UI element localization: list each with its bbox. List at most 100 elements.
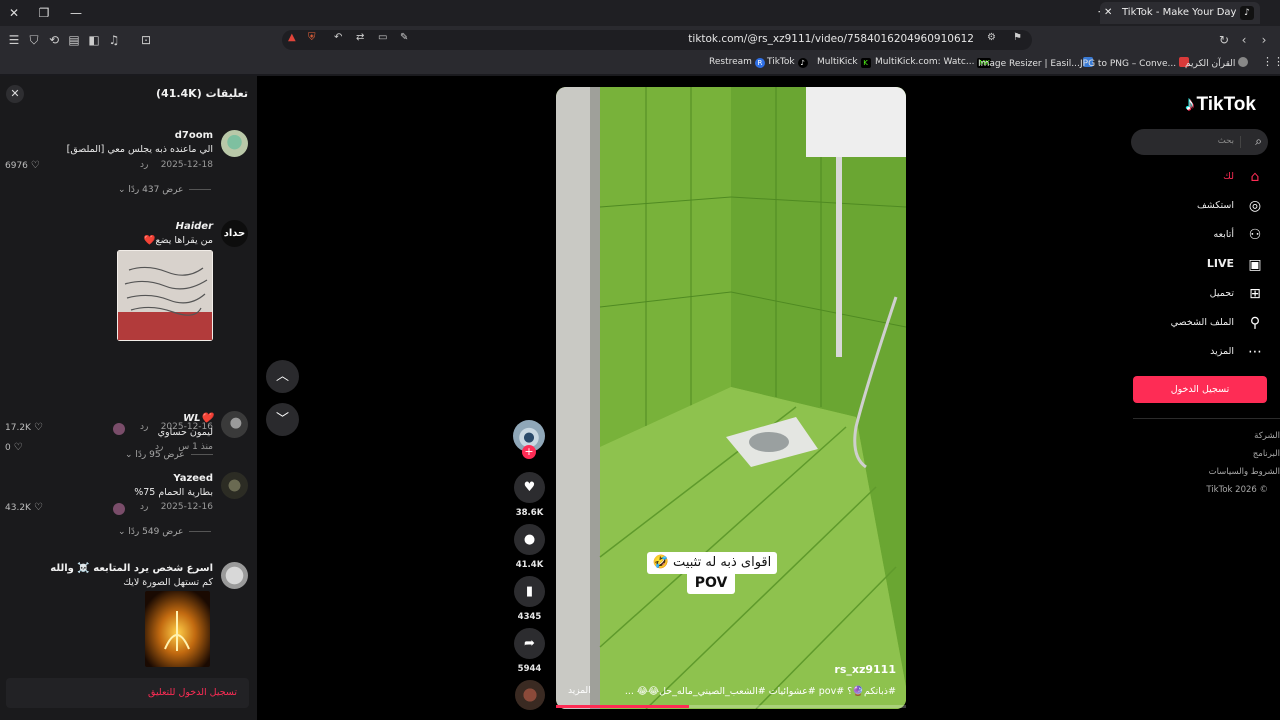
like-button[interactable]: ♥ xyxy=(514,472,545,503)
comment-username[interactable]: ❤️WL xyxy=(183,413,213,424)
comment-likes[interactable]: 17.2K ♡ xyxy=(5,422,43,433)
reply-button[interactable]: رد xyxy=(155,442,163,452)
address-bar[interactable]: ▲ ⛨ ↶ ⇄ ▭ ✎ tiktok.com/@rs_xz9111/video/… xyxy=(282,30,1032,50)
creator-liked-avatar xyxy=(113,503,125,515)
avatar[interactable]: حداد xyxy=(221,220,248,247)
view-replies-button[interactable]: عرض 549 ردًا ⌄ xyxy=(118,527,212,537)
video-frame xyxy=(556,87,906,709)
comment-image[interactable] xyxy=(117,250,213,341)
music-disc-icon[interactable] xyxy=(515,680,545,710)
avatar[interactable] xyxy=(221,130,248,157)
site-settings-icon[interactable]: ⚙ xyxy=(987,32,996,43)
nav-more[interactable]: المزيد ⋯ xyxy=(1134,342,1264,362)
bookmark-restream[interactable]: Restream R xyxy=(709,57,765,68)
bookmark-quran[interactable]: القرآن الكريم xyxy=(1185,57,1249,69)
footer-company-link[interactable]: الشركة xyxy=(1254,431,1280,441)
nav-explore[interactable]: استكشف ◎ xyxy=(1134,196,1264,216)
bookmark-icon[interactable]: ⚑ xyxy=(1013,32,1022,43)
nav-label: أتابعه xyxy=(1213,229,1235,240)
close-comments-icon[interactable]: ✕ xyxy=(6,85,24,103)
comments-panel: ✕ تعليقات (41.4K) d7oom الي ماعنده ذبه ي… xyxy=(0,76,257,720)
brave-shield-icon[interactable]: ⛨ xyxy=(308,32,316,43)
browser-tab[interactable]: ✕ TikTok - Make Your Day ♪ xyxy=(1100,2,1260,24)
avatar[interactable] xyxy=(221,472,248,499)
search-icon[interactable]: ⌕ xyxy=(1255,134,1262,149)
video-player[interactable] xyxy=(556,87,906,709)
footer-terms-link[interactable]: الشروط والسياسات xyxy=(1209,467,1280,477)
chevron-down-icon: ﹀ xyxy=(275,412,289,427)
caption-line-2: POV xyxy=(687,572,735,594)
forward-icon[interactable]: › xyxy=(1256,32,1272,48)
comment-username[interactable]: d7oom xyxy=(175,130,213,141)
comment-username[interactable]: Yazeed xyxy=(173,473,213,484)
creator-liked-avatar xyxy=(113,423,125,435)
nav-upload[interactable]: تحميل ⊞ xyxy=(1134,284,1264,304)
search-input[interactable]: بحث ⌕ xyxy=(1131,129,1268,155)
nav-live[interactable]: LIVE ▣ xyxy=(1134,255,1264,275)
menu-icon[interactable]: ☰ xyxy=(6,32,22,48)
bookmark-tiktok[interactable]: TikTok ♪ xyxy=(767,57,808,68)
video-progress-fill xyxy=(556,705,689,708)
nav-following[interactable]: أتابعه ⚇ xyxy=(1134,225,1264,245)
url-text: tiktok.com/@rs_xz9111/video/758401620496… xyxy=(688,33,974,45)
reply-button[interactable]: رد xyxy=(140,422,148,432)
reply-button[interactable]: رد xyxy=(140,160,148,170)
screenshot-icon[interactable]: ⊡ xyxy=(138,32,154,48)
footer-program-link[interactable]: البرنامج xyxy=(1253,449,1280,459)
view-replies-button[interactable]: عرض 437 ردًا ⌄ xyxy=(118,185,212,195)
music-icon[interactable]: ♫ xyxy=(106,32,122,48)
bookmark-multikick[interactable]: MultiKick K xyxy=(817,57,871,68)
search-divider xyxy=(1240,136,1241,148)
bookmark-image-resizer[interactable]: Image Resizer | Easil... xyxy=(978,57,1093,69)
close-window-icon[interactable]: ✕ xyxy=(6,5,22,21)
reply-button[interactable]: رد xyxy=(140,502,148,512)
nav-for-you[interactable]: لك ⌂ xyxy=(1134,167,1264,187)
follow-plus-icon[interactable]: + xyxy=(522,445,536,459)
translate-icon[interactable]: ⇄ xyxy=(356,32,364,43)
sidebar-icon[interactable]: ◧ xyxy=(86,32,102,48)
login-button[interactable]: تسجيل الدخول xyxy=(1133,376,1267,403)
maximize-window-icon[interactable]: ❐ xyxy=(36,5,52,21)
comment-likes[interactable]: 6976 ♡ xyxy=(5,160,40,171)
nav-label: لك xyxy=(1223,171,1234,182)
like-count: 38.6K xyxy=(515,508,544,518)
next-video-button[interactable]: ﹀ xyxy=(266,403,299,436)
undo-icon[interactable]: ↶ xyxy=(334,32,342,43)
video-author[interactable]: rs_xz9111 xyxy=(834,663,896,676)
video-description: #ذباتكم🔮؟ #pov #عشوائيات #الشعب_الصيني_م… xyxy=(624,686,896,697)
bookmark-icon: ▮ xyxy=(525,584,534,599)
bookmarks-more-icon[interactable]: ⋮⋮ xyxy=(1262,55,1280,68)
bookmark-jpg-to-png[interactable]: JPG to PNG – Conve... xyxy=(1080,57,1190,69)
save-button[interactable]: ▮ xyxy=(514,576,545,607)
warning-icon[interactable]: ▲ xyxy=(288,32,296,43)
heart-icon: ♡ xyxy=(33,422,43,433)
comment-likes[interactable]: 43.2K ♡ xyxy=(5,502,43,513)
avatar[interactable] xyxy=(221,411,248,438)
avatar[interactable] xyxy=(221,562,248,589)
comment-username[interactable]: Haider xyxy=(176,221,213,232)
reader-icon[interactable]: ▭ xyxy=(378,32,387,43)
comment-image[interactable] xyxy=(145,591,210,667)
share-button[interactable]: ➦ xyxy=(514,628,545,659)
comment-button[interactable]: ● xyxy=(514,524,545,555)
notes-icon[interactable]: ▤ xyxy=(66,32,82,48)
history-icon[interactable]: ⟲ xyxy=(46,32,62,48)
reload-icon[interactable]: ↻ xyxy=(1216,32,1232,48)
video-progress-bar[interactable] xyxy=(556,705,906,708)
minimize-window-icon[interactable]: — xyxy=(68,5,84,21)
comment-likes[interactable]: 0 ♡ xyxy=(5,442,23,453)
previous-video-button[interactable]: ︿ xyxy=(266,360,299,393)
profile-icon: ⚲ xyxy=(1249,315,1261,331)
description-more-link[interactable]: المزيد xyxy=(568,686,591,696)
pen-icon[interactable]: ✎ xyxy=(400,32,408,43)
tiktok-logo[interactable]: ♪ TikTok xyxy=(1185,94,1256,116)
bookmark-multikick-watch[interactable]: MultiKick.com: Watc... MK xyxy=(875,57,992,68)
back-icon[interactable]: ‹ xyxy=(1236,32,1252,48)
login-to-comment-link[interactable]: تسجيل الدخول للتعليق xyxy=(148,687,237,698)
login-to-comment-bar[interactable]: تسجيل الدخول للتعليق xyxy=(6,678,249,708)
shield-icon[interactable]: ⛉ xyxy=(26,32,42,48)
comment-username[interactable]: اسرع شخص يرد المتابعه ☠️ والله xyxy=(50,563,213,574)
nav-profile[interactable]: الملف الشخصي ⚲ xyxy=(1134,313,1264,333)
tab-close-icon[interactable]: ✕ xyxy=(1104,2,1112,24)
footer-copyright: © 2026 TikTok xyxy=(1206,485,1268,495)
